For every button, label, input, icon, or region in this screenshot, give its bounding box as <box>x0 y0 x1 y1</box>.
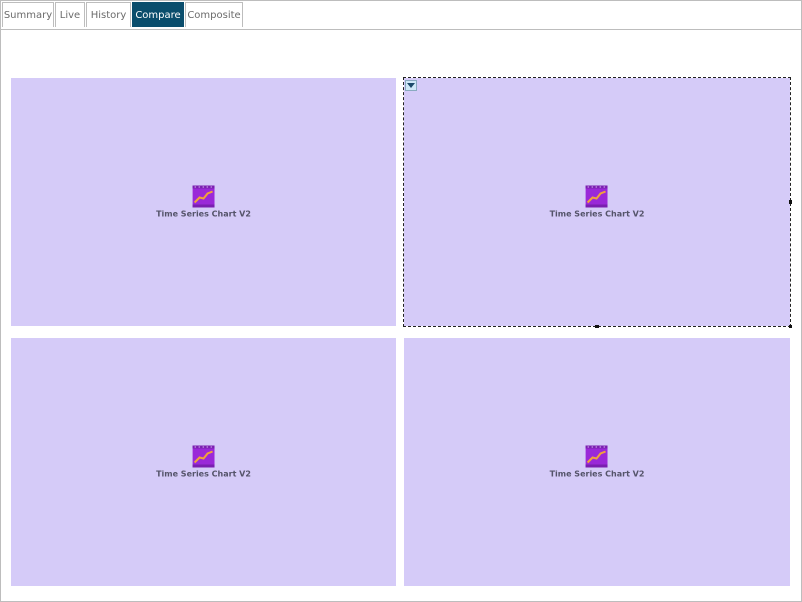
resize-handle-corner[interactable] <box>789 325 792 328</box>
resize-handle-bottom[interactable] <box>595 325 599 328</box>
chart-widget-label: Time Series Chart V2 <box>549 209 645 219</box>
panel-menu-button[interactable] <box>405 80 417 91</box>
chart-panel-top-right[interactable]: Time Series Chart V2 <box>403 77 792 328</box>
chart-widget[interactable]: Time Series Chart V2 <box>156 445 251 479</box>
chevron-down-icon <box>407 83 415 88</box>
chart-panel-bottom-right[interactable]: Time Series Chart V2 <box>404 338 790 586</box>
time-series-chart-icon <box>586 445 608 468</box>
chart-panel-bottom-left[interactable]: Time Series Chart V2 <box>11 338 396 586</box>
tab-composite[interactable]: Composite <box>185 2 243 27</box>
tab-history[interactable]: History <box>86 2 131 27</box>
resize-handle-right[interactable] <box>789 200 792 204</box>
tab-summary[interactable]: Summary <box>2 2 54 27</box>
time-series-chart-icon <box>192 185 215 208</box>
tab-live[interactable]: Live <box>55 2 85 27</box>
tab-compare[interactable]: Compare <box>132 2 184 27</box>
chart-panel-top-left[interactable]: Time Series Chart V2 <box>11 78 396 326</box>
chart-widget[interactable]: Time Series Chart V2 <box>549 185 645 219</box>
tab-bar: Summary Live History Compare Composite <box>1 1 801 30</box>
chart-widget-label: Time Series Chart V2 <box>156 209 251 219</box>
chart-widget[interactable]: Time Series Chart V2 <box>156 185 251 219</box>
chart-widget-label: Time Series Chart V2 <box>549 469 645 479</box>
dashboard-frame: Summary Live History Compare Composite T… <box>0 0 802 602</box>
time-series-chart-icon <box>586 185 608 208</box>
chart-widget-label: Time Series Chart V2 <box>156 469 251 479</box>
chart-widget[interactable]: Time Series Chart V2 <box>549 445 645 479</box>
time-series-chart-icon <box>192 445 215 468</box>
